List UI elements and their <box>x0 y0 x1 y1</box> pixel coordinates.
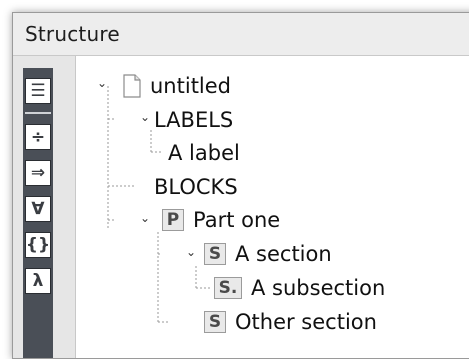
toolbar-separator <box>25 112 51 114</box>
tree-node-a-section[interactable]: S A section <box>204 238 332 270</box>
tree-node-blocks[interactable]: BLOCKS <box>154 171 238 203</box>
tree-node-label: A section <box>235 242 332 266</box>
section-icon: S <box>204 243 226 265</box>
implies-arrow-icon: ⇒ <box>30 163 46 183</box>
labels-collapse-toggle[interactable]: ⌄ <box>138 110 152 124</box>
tree-node-label: LABELS <box>154 108 234 132</box>
document-icon <box>123 74 141 98</box>
subsection-icon: S. <box>214 277 242 299</box>
tree-node-label: Part one <box>193 208 281 232</box>
tree-node-label: untitled <box>150 74 232 98</box>
section-collapse-toggle[interactable]: ⌄ <box>184 245 198 259</box>
section-icon: S <box>204 311 226 333</box>
tree-node-part-one[interactable]: P Part one <box>162 204 280 236</box>
structure-panel: Structure ☰ ÷ ⇒ ∀ {} λ ⌄ untitled ⌄ LABE… <box>12 12 469 359</box>
tree-node-label: A subsection <box>251 276 386 300</box>
part-one-collapse-toggle[interactable]: ⌄ <box>138 211 152 225</box>
divide-button[interactable]: ÷ <box>25 124 51 150</box>
tree-node-labels[interactable]: LABELS <box>154 104 233 136</box>
tree-node-a-label[interactable]: A label <box>168 137 240 169</box>
structure-tree: ⌄ untitled ⌄ LABELS A label BLOCKS ⌄ P P… <box>76 56 469 358</box>
part-icon: P <box>162 209 184 231</box>
forall-icon: ∀ <box>31 199 45 219</box>
braces-icon: {} <box>25 235 51 255</box>
tree-node-other-section[interactable]: S Other section <box>204 306 377 338</box>
lambda-button[interactable]: λ <box>25 268 51 294</box>
tree-node-root[interactable]: untitled <box>122 70 231 102</box>
tree-node-label: A label <box>168 141 240 165</box>
panel-title: Structure <box>25 22 120 46</box>
braces-button[interactable]: {} <box>25 232 51 258</box>
forall-button[interactable]: ∀ <box>25 196 51 222</box>
root-collapse-toggle[interactable]: ⌄ <box>95 76 109 90</box>
panel-title-bar: Structure <box>13 13 469 56</box>
outline-view-button[interactable]: ☰ <box>25 78 51 104</box>
outline-icon: ☰ <box>30 81 46 101</box>
lambda-icon: λ <box>32 271 44 291</box>
implies-button[interactable]: ⇒ <box>25 160 51 186</box>
structure-toolbar: ☰ ÷ ⇒ ∀ {} λ <box>13 56 76 358</box>
divide-icon: ÷ <box>30 127 46 147</box>
tree-node-a-subsection[interactable]: S. A subsection <box>214 272 385 304</box>
tree-node-label: Other section <box>235 310 377 334</box>
tree-node-label: BLOCKS <box>154 175 238 199</box>
